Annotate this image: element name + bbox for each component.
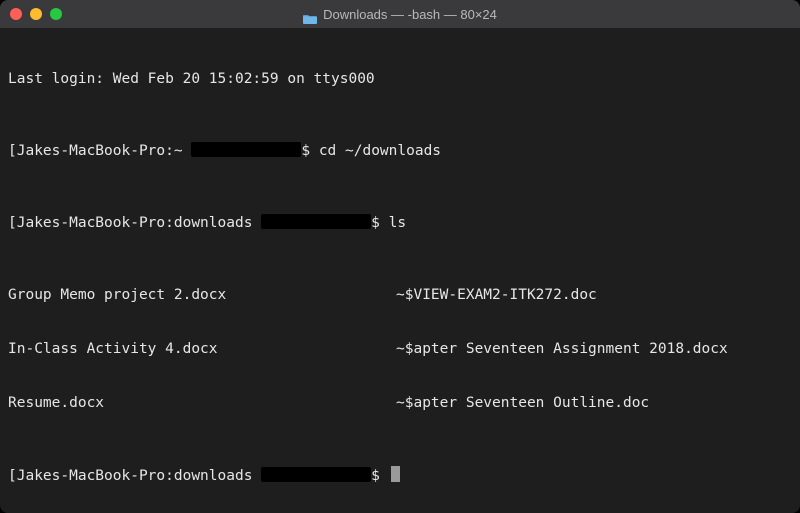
prompt-line-1: [Jakes-MacBook-Pro:~ $ cd ~/downloads xyxy=(8,142,792,160)
prompt-dollar: $ xyxy=(371,468,388,484)
window-title: Downloads — -bash — 80×24 xyxy=(323,7,497,22)
ls-item: ~$apter Seventeen Outline.doc xyxy=(396,394,792,412)
prompt-line-3: [Jakes-MacBook-Pro:downloads $ xyxy=(8,466,792,484)
prompt-host: Jakes-MacBook-Pro:downloads xyxy=(17,468,253,484)
traffic-lights xyxy=(0,8,62,20)
maximize-button[interactable] xyxy=(50,8,62,20)
cursor xyxy=(391,466,400,482)
ls-item: In-Class Activity 4.docx xyxy=(8,340,396,358)
prompt-host: Jakes-MacBook-Pro:~ xyxy=(17,143,183,159)
close-button[interactable] xyxy=(10,8,22,20)
last-login-line: Last login: Wed Feb 20 15:02:59 on ttys0… xyxy=(8,70,792,88)
prompt-dollar: $ xyxy=(371,215,388,231)
terminal-window: Downloads — -bash — 80×24 Last login: We… xyxy=(0,0,800,513)
folder-icon xyxy=(303,9,317,20)
terminal-body[interactable]: Last login: Wed Feb 20 15:02:59 on ttys0… xyxy=(0,28,800,513)
redacted-user xyxy=(261,467,371,482)
ls-output-row: In-Class Activity 4.docx ~$apter Sevente… xyxy=(8,340,792,358)
redacted-user xyxy=(191,142,301,157)
redacted-user xyxy=(261,214,371,229)
prompt-host: Jakes-MacBook-Pro:downloads xyxy=(17,215,253,231)
ls-item: ~$VIEW-EXAM2-ITK272.doc xyxy=(396,286,792,304)
titlebar: Downloads — -bash — 80×24 xyxy=(0,0,800,28)
prompt-dollar: $ xyxy=(301,143,318,159)
command-text: cd ~/downloads xyxy=(319,143,441,159)
title-center: Downloads — -bash — 80×24 xyxy=(0,7,800,22)
ls-output-row: Resume.docx ~$apter Seventeen Outline.do… xyxy=(8,394,792,412)
ls-output-row: Group Memo project 2.docx ~$VIEW-EXAM2-I… xyxy=(8,286,792,304)
ls-item: Resume.docx xyxy=(8,394,396,412)
minimize-button[interactable] xyxy=(30,8,42,20)
ls-item: Group Memo project 2.docx xyxy=(8,286,396,304)
ls-item: ~$apter Seventeen Assignment 2018.docx xyxy=(396,340,792,358)
command-text: ls xyxy=(389,215,406,231)
prompt-line-2: [Jakes-MacBook-Pro:downloads $ ls xyxy=(8,214,792,232)
